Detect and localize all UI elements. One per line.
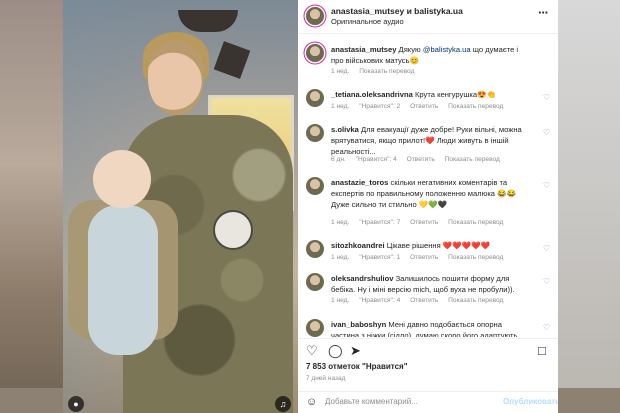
video-person-head [148, 40, 204, 115]
comment-composer: ☺ Добавьте комментарий... Опубликовать [298, 391, 558, 413]
video-baby-head [93, 150, 151, 208]
reel-video[interactable]: ● ♫ [63, 0, 298, 413]
caption-meta: 1 нед. Показать перевод [331, 68, 422, 75]
comment-text: s.olivka Для евакуації дуже добре! Руки … [331, 125, 522, 156]
publish-button[interactable]: Опубликовать [503, 397, 558, 406]
emoji-icon[interactable]: ☺ [306, 396, 317, 408]
comment-reply-button[interactable]: Ответить [410, 297, 438, 304]
caption-username[interactable]: anastasia_mutsey [331, 45, 396, 54]
comment-time: 1 нед. [331, 103, 350, 110]
comment-translate-button[interactable]: Показать перевод [448, 254, 503, 261]
caption-text: anastasia_mutsey Дякую @balistyka.ua що … [331, 45, 519, 65]
comment-text: _tetiana.oleksandrivna Крута кенгурушка😍… [331, 90, 497, 99]
comment-meta: 6 дн. "Нравится": 4 Ответить Показать пе… [331, 156, 508, 163]
blurred-backdrop-left [0, 0, 63, 413]
comment-username[interactable]: oleksandrshuliov [331, 274, 393, 283]
comment-likes-count[interactable]: "Нравится": 7 [359, 219, 400, 226]
like-comment-icon[interactable]: ♡ [543, 323, 550, 332]
comment-username[interactable]: sitozhkoandrei [331, 241, 385, 250]
comment-input[interactable]: Добавьте комментарий... [325, 397, 418, 406]
comment-meta: 1 нед. "Нравится": 2 Ответить Показать п… [331, 103, 511, 110]
commenter-avatar[interactable] [306, 319, 324, 337]
commenter-avatar[interactable] [306, 177, 324, 195]
comment-translate-button[interactable]: Показать перевод [448, 103, 503, 110]
comment-meta: 1 нед. "Нравится": 7 Ответить Показать п… [331, 219, 511, 226]
comment-username[interactable]: anastazie_toros [331, 178, 388, 187]
comment-translate-button[interactable]: Показать перевод [448, 219, 503, 226]
comment-time: 1 нед. [331, 254, 350, 261]
more-horizontal-icon[interactable]: ··· [538, 5, 549, 20]
author-avatar[interactable] [306, 7, 324, 25]
comment-translate-button[interactable]: Показать перевод [445, 156, 500, 163]
comment-likes-count[interactable]: "Нравится": 2 [359, 103, 400, 110]
comment-username[interactable]: ivan_baboshyn [331, 320, 386, 329]
comment-translate-button[interactable]: Показать перевод [448, 297, 503, 304]
comment-likes-count[interactable]: "Нравится": 4 [356, 156, 397, 163]
comment-time: 6 дн. [331, 156, 346, 163]
comment-item: ivan_baboshyn Мені давно подобається опо… [298, 319, 558, 337]
audio-label[interactable]: Оригинальное аудио [331, 17, 404, 26]
comment-meta: 1 нед. "Нравится": 1 Ответить Показать п… [331, 254, 511, 261]
commenter-avatar[interactable] [306, 273, 324, 291]
likes-count[interactable]: 7 853 отметок "Нравится" [306, 362, 408, 371]
comment-username[interactable]: s.olivka [331, 125, 359, 134]
heart-icon[interactable]: ♡ [306, 343, 318, 359]
comment-reply-button[interactable]: Ответить [410, 219, 438, 226]
caption-translate-button[interactable]: Показать перевод [359, 68, 414, 75]
video-uniform-patch [213, 210, 253, 250]
like-comment-icon[interactable]: ♡ [543, 93, 550, 102]
sound-muted-icon[interactable]: ♫ [275, 396, 291, 412]
comment-text: ivan_baboshyn Мені давно подобається опо… [331, 320, 518, 337]
caption-mention[interactable]: @balistyka.ua [423, 45, 471, 54]
comment-username[interactable]: _tetiana.oleksandrivna [331, 90, 413, 99]
comments-panel: anastasia_mutsey и balistyka.ua Оригинал… [298, 0, 558, 413]
comment-reply-button[interactable]: Ответить [410, 103, 438, 110]
user-tags-icon[interactable]: ● [68, 396, 84, 412]
caption-avatar[interactable] [306, 44, 324, 62]
like-comment-icon[interactable]: ♡ [543, 128, 550, 137]
caption-time: 1 нед. [331, 68, 350, 75]
commenter-avatar[interactable] [306, 89, 324, 107]
like-comment-icon[interactable]: ♡ [543, 244, 550, 253]
commenter-avatar[interactable] [306, 240, 324, 258]
post-actions: ♡ ◯ ➤ □ [298, 338, 558, 361]
blurred-backdrop-right [558, 0, 620, 413]
comment-icon[interactable]: ◯ [328, 343, 343, 359]
comment-text: oleksandrshuliov Залишилось пошити форму… [331, 274, 515, 294]
share-icon[interactable]: ➤ [350, 343, 361, 359]
comment-reply-button[interactable]: Ответить [407, 156, 435, 163]
comment-time: 1 нед. [331, 297, 350, 304]
like-comment-icon[interactable]: ♡ [543, 277, 550, 286]
comment-text: sitozhkoandrei Цікаве рішення ❤️❤️❤️❤️❤️ [331, 241, 491, 250]
author-username[interactable]: anastasia_mutsey и balistyka.ua [331, 6, 463, 16]
bookmark-icon[interactable]: □ [538, 343, 546, 358]
video-baby-body [88, 205, 158, 355]
commenter-avatar[interactable] [306, 124, 324, 142]
post-header: anastasia_mutsey и balistyka.ua Оригинал… [298, 0, 558, 34]
comment-meta: 1 нед. "Нравится": 4 Ответить Показать п… [331, 297, 511, 304]
comment-text: anastazie_toros скільки негативних комен… [331, 178, 517, 209]
comment-reply-button[interactable]: Ответить [410, 254, 438, 261]
posted-ago[interactable]: 7 дней назад [306, 375, 345, 382]
like-comment-icon[interactable]: ♡ [543, 181, 550, 190]
comment-likes-count[interactable]: "Нравится": 4 [359, 297, 400, 304]
comment-likes-count[interactable]: "Нравится": 1 [359, 254, 400, 261]
comment-time: 1 нед. [331, 219, 350, 226]
